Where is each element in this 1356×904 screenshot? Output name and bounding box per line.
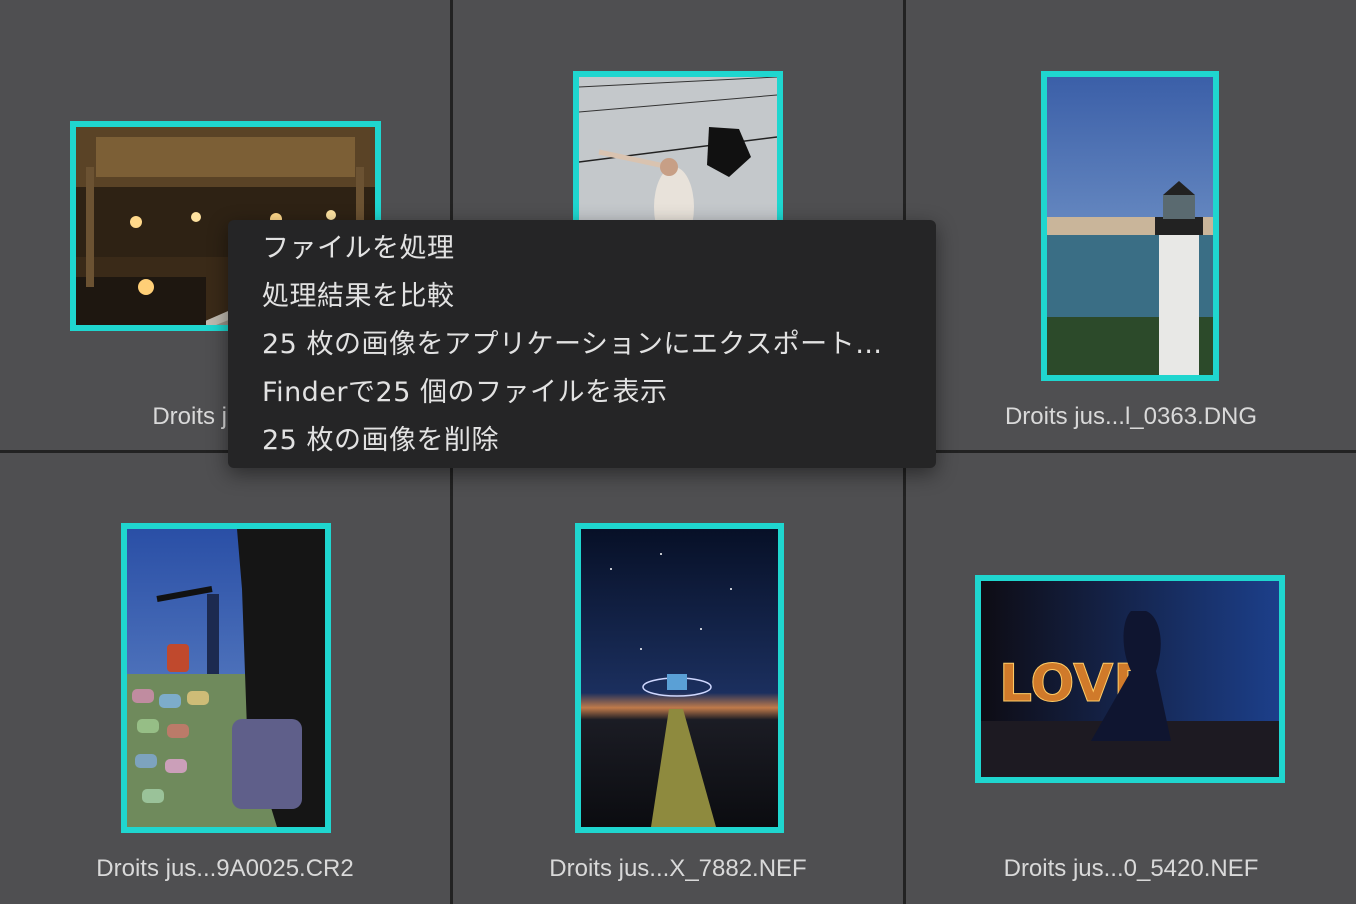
menu-item-delete-images[interactable]: 25 枚の画像を削除 [262, 421, 499, 461]
grid-cell[interactable]: Droits jus...9A0025.CR2 [0, 453, 450, 904]
thumbnail[interactable] [1041, 71, 1219, 381]
thumbnail-caption: Droits jus...X_7882.NEF [549, 855, 807, 882]
menu-item-compare-results[interactable]: 処理結果を比較 [262, 277, 455, 317]
context-menu: ファイルを処理 処理結果を比較 25 枚の画像をアプリケーションにエクスポート…… [228, 220, 936, 468]
thumbnail[interactable] [575, 523, 784, 833]
thumbnail-caption: Droits jus...l_0363.DNG [1004, 403, 1258, 430]
grid-cell[interactable]: Droits jus...l_0363.DNG [906, 0, 1356, 450]
thumbnail-caption: Droits jus...9A0025.CR2 [96, 855, 354, 882]
thumbnail[interactable]: LOVE [975, 575, 1285, 783]
menu-item-export-to-app[interactable]: 25 枚の画像をアプリケーションにエクスポート… [262, 325, 883, 365]
photo-lighthouse [1047, 77, 1213, 375]
menu-item-process-files[interactable]: ファイルを処理 [262, 229, 455, 269]
photo-girl-luggage [127, 529, 325, 827]
photo-love-letters: LOVE [981, 581, 1279, 777]
thumbnail-caption: Droits jus...0_5420.NEF [1003, 855, 1259, 882]
grid-cell[interactable]: Droits jus...X_7882.NEF [453, 453, 903, 904]
grid-cell[interactable]: LOVE Droits jus...0_5420.NEF [906, 453, 1356, 904]
thumbnail[interactable] [121, 523, 331, 833]
photo-night-pier [581, 529, 778, 827]
menu-item-show-in-finder[interactable]: Finderで25 個のファイルを表示 [262, 373, 667, 413]
